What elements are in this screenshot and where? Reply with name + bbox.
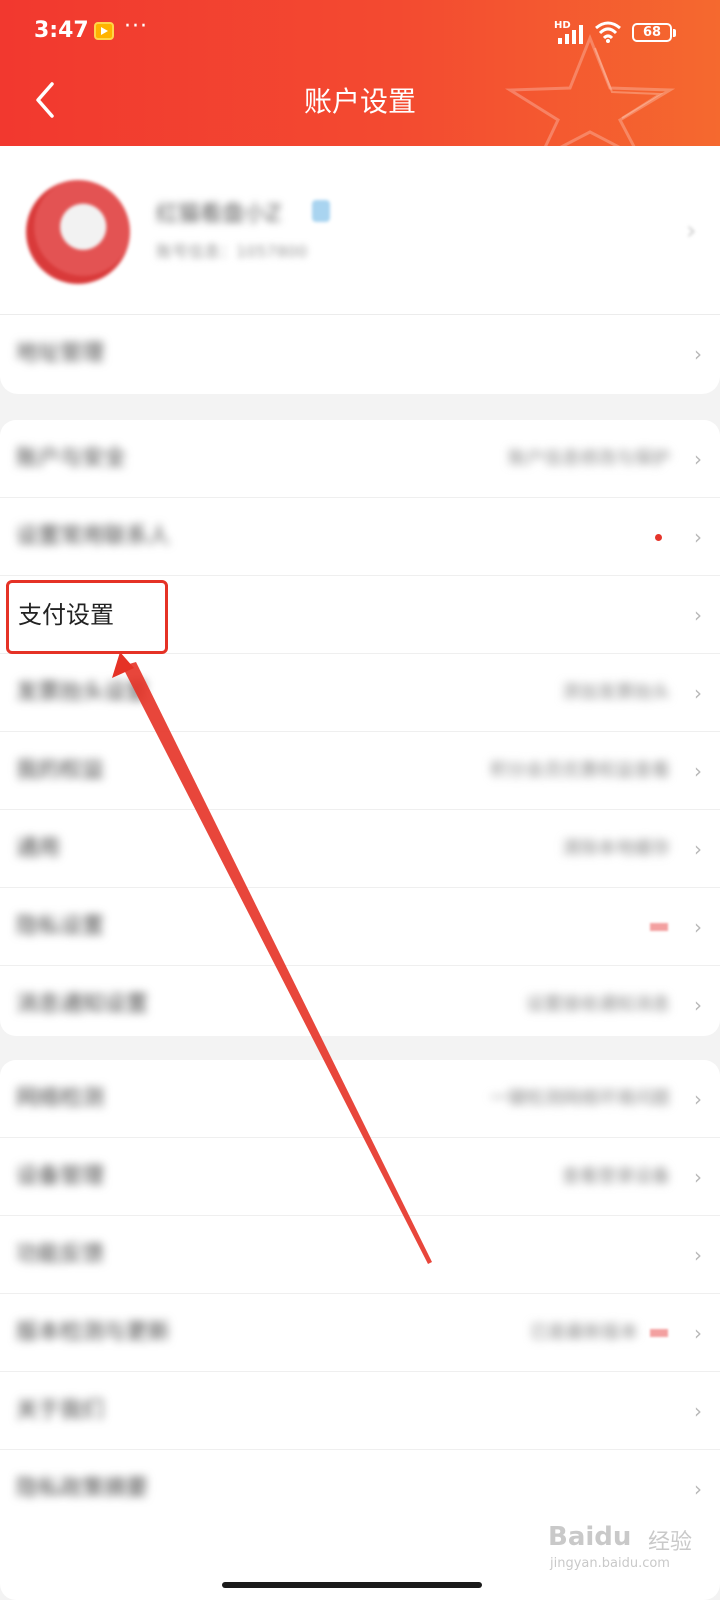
row-value: 一键检测网络环境问题	[490, 1088, 670, 1109]
chevron-right-icon: ›	[694, 342, 702, 366]
settings-group-1: 账户与安全 账户信息修改与保护 › 设置常用联系人 › 支付设置 › 发票抬头设…	[0, 420, 720, 1036]
watermark-text: 经验	[648, 1530, 693, 1555]
more-notifications-icon: ···	[124, 14, 148, 39]
row-label: 设置常用联系人	[16, 524, 171, 549]
row-label: 消息通知设置	[16, 992, 149, 1017]
watermark: Baidu 经验 jingyan.baidu.com	[548, 1522, 708, 1582]
divider	[0, 314, 720, 315]
chevron-right-icon: ›	[694, 1477, 702, 1501]
chevron-right-icon: ›	[694, 1165, 702, 1189]
chevron-right-icon: ›	[694, 837, 702, 861]
wifi-icon	[595, 21, 621, 43]
row-value: 查看登录设备	[562, 1166, 670, 1187]
row-value: 添加发票抬头	[562, 682, 670, 703]
row-payment-settings[interactable]: 支付设置 ›	[0, 576, 720, 654]
row-label: 发票抬头设置	[16, 680, 149, 705]
row-value: 已是最新版本	[530, 1322, 638, 1343]
row-my-benefits[interactable]: 我的权益 积分会员优惠权益查看 ›	[0, 732, 720, 810]
row-value: 设置接收通知消息	[526, 994, 670, 1015]
settings-group-2: 网络检测 一键检测网络环境问题 › 设备管理 查看登录设备 › 功能反馈 › 版…	[0, 1060, 720, 1600]
chevron-right-icon: ›	[694, 993, 702, 1017]
video-app-icon	[94, 22, 114, 40]
row-label: 地址管理	[16, 341, 105, 366]
row-network-check[interactable]: 网络检测 一键检测网络环境问题 ›	[0, 1060, 720, 1138]
row-label: 隐私政策摘要	[16, 1476, 149, 1501]
watermark-url: jingyan.baidu.com	[550, 1556, 670, 1571]
header-bar: 3:47 ··· HD 68 账户设置	[0, 0, 720, 146]
status-bar: 3:47 ··· HD 68	[0, 0, 720, 70]
row-privacy[interactable]: 隐私设置 ›	[0, 888, 720, 966]
row-value: 积分会员优惠权益查看	[490, 760, 670, 781]
battery-icon: 68	[632, 23, 676, 42]
row-label: 账户与安全	[16, 446, 127, 471]
row-version-update[interactable]: 版本检测与更新 已是最新版本 ›	[0, 1294, 720, 1372]
row-feedback[interactable]: 功能反馈 ›	[0, 1216, 720, 1294]
chevron-right-icon: ›	[694, 1321, 702, 1345]
row-label: 关于我们	[16, 1398, 105, 1423]
row-address-management[interactable]: 地址管理 ›	[0, 316, 720, 392]
row-account-security[interactable]: 账户与安全 账户信息修改与保护 ›	[0, 420, 720, 498]
row-label: 通用	[16, 836, 61, 861]
row-device-management[interactable]: 设备管理 查看登录设备 ›	[0, 1138, 720, 1216]
watermark-logo: Baidu	[548, 1522, 632, 1552]
chevron-right-icon: ›	[694, 759, 702, 783]
page-title: 账户设置	[303, 85, 416, 118]
row-notifications[interactable]: 消息通知设置 设置接收通知消息 ›	[0, 966, 720, 1044]
row-label: 设备管理	[16, 1164, 105, 1189]
row-value: 清除本地缓存	[562, 838, 670, 859]
chevron-right-icon: ›	[686, 216, 697, 246]
chevron-right-icon: ›	[694, 603, 702, 627]
status-time: 3:47	[34, 18, 89, 43]
row-contacts[interactable]: 设置常用联系人 ›	[0, 498, 720, 576]
row-privacy-summary[interactable]: 隐私政策摘要 ›	[0, 1450, 720, 1528]
row-label: 网络检测	[16, 1086, 105, 1111]
home-indicator[interactable]	[222, 1582, 482, 1588]
signal-icon	[558, 25, 583, 44]
chevron-right-icon: ›	[694, 681, 702, 705]
chevron-right-icon: ›	[694, 447, 702, 471]
chevron-right-icon: ›	[694, 1243, 702, 1267]
row-label: 版本检测与更新	[16, 1320, 171, 1345]
row-about-us[interactable]: 关于我们 ›	[0, 1372, 720, 1450]
avatar[interactable]	[26, 180, 130, 284]
row-label: 我的权益	[16, 758, 105, 783]
verified-badge-icon	[312, 200, 330, 222]
row-general[interactable]: 通用 清除本地缓存 ›	[0, 810, 720, 888]
chevron-right-icon: ›	[694, 1087, 702, 1111]
row-label: 功能反馈	[16, 1242, 105, 1267]
row-invoice[interactable]: 发票抬头设置 添加发票抬头 ›	[0, 654, 720, 732]
profile-subtitle: 账号信息：1057800	[156, 242, 308, 261]
chevron-right-icon: ›	[694, 1399, 702, 1423]
status-badge	[650, 1329, 668, 1337]
chevron-right-icon: ›	[694, 525, 702, 549]
status-badge	[650, 923, 668, 931]
notification-dot	[655, 534, 662, 541]
row-label: 隐私设置	[16, 914, 105, 939]
row-label: 支付设置	[18, 601, 114, 629]
profile-name: 红猫看盘小Z	[156, 202, 282, 227]
profile-card[interactable]: 红猫看盘小Z 账号信息：1057800 › 地址管理 ›	[0, 146, 720, 394]
chevron-right-icon: ›	[694, 915, 702, 939]
row-value: 账户信息修改与保护	[508, 448, 670, 469]
